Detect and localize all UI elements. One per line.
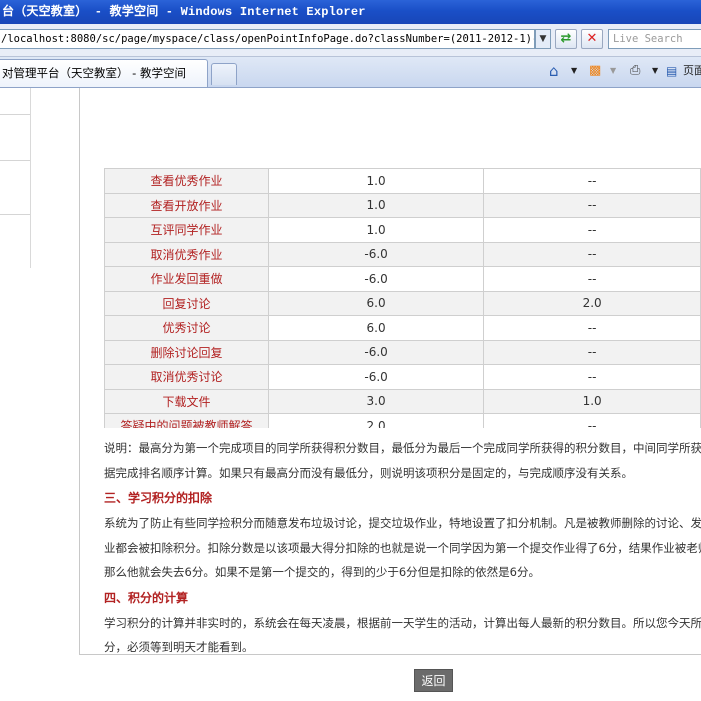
min-score-cell: -- [483, 217, 701, 243]
max-score-cell: -6.0 [267, 339, 485, 365]
section-text: 那么他就会失去6分。如果不是第一个提交的，得到的少于6分但是扣除的依然是6分。 [104, 565, 540, 579]
min-score-cell: -- [483, 168, 701, 194]
section-heading: 三、学习积分的扣除 [104, 491, 213, 505]
stop-button[interactable]: ✕ [581, 29, 603, 49]
max-score-cell: -6.0 [267, 241, 485, 267]
min-score-cell: -- [483, 339, 701, 365]
table-row: 互评同学作业 1.0 -- [104, 217, 701, 243]
window-title-bar: 台（天空教室） - 教学空间 - Windows Internet Explor… [0, 0, 701, 24]
max-score-cell: 6.0 [267, 315, 485, 341]
min-score-cell: -- [483, 315, 701, 341]
table-row: 作业发回重做 -6.0 -- [104, 266, 701, 292]
refresh-button[interactable]: ⇄ [555, 29, 577, 49]
address-dropdown-icon[interactable]: ▼ [535, 29, 551, 49]
page-icon[interactable]: ▤ [666, 61, 680, 81]
section-text: 业都会被扣除积分。扣除分数是以该项最大得分扣除的也就是说一个同学因为第一个提交作… [104, 540, 701, 555]
table-row: 查看优秀作业 1.0 -- [104, 168, 701, 194]
address-row: /localhost:8080/sc/page/myspace/class/op… [0, 24, 701, 57]
action-cell: 查看开放作业 [104, 192, 269, 218]
section-text: 系统为了防止有些同学捡积分而随意发布垃圾讨论，提交垃圾作业，特地设置了扣分机制。… [104, 516, 701, 530]
table-row: 取消优秀作业 -6.0 -- [104, 241, 701, 267]
action-cell: 下载文件 [104, 388, 269, 414]
points-table-viewport: 查看优秀作业 1.0 -- 查看开放作业 1.0 -- 互评同学作业 1.0 -- 取消优秀作业 -… [0, 88, 701, 428]
action-cell: 查看优秀作业 [104, 168, 269, 194]
section-text: 分，必须等到明天才能看到。 [104, 640, 254, 654]
table-row: 删除讨论回复 -6.0 -- [104, 339, 701, 365]
close-icon: ✕ [586, 31, 598, 46]
min-score-cell: -- [483, 266, 701, 292]
notes-section: 说明：最高分为第一个完成项目的同学所获得积分数目，最低分为最后一个完成同学所获得… [104, 436, 701, 660]
max-score-cell: 3.0 [267, 388, 485, 414]
home-icon[interactable]: ⌂ [549, 61, 567, 81]
page-menu-button[interactable]: 页面 [683, 61, 701, 81]
min-score-cell: 2.0 [483, 290, 701, 316]
max-score-cell: -6.0 [267, 266, 485, 292]
table-row: 查看开放作业 1.0 -- [104, 192, 701, 218]
print-icon[interactable]: ⎙ [630, 61, 648, 81]
table-row: 优秀讨论 6.0 -- [104, 315, 701, 341]
max-score-cell: 1.0 [267, 168, 485, 194]
section-heading: 四、积分的计算 [104, 590, 189, 605]
address-input[interactable]: /localhost:8080/sc/page/myspace/class/op… [0, 29, 535, 49]
action-cell: 答疑中的问题被教师解答 [104, 413, 269, 428]
search-input[interactable]: Live Search [608, 29, 701, 49]
table-row: 回复讨论 6.0 2.0 [104, 290, 701, 316]
max-score-cell: 1.0 [267, 217, 485, 243]
action-cell: 互评同学作业 [104, 217, 269, 243]
max-score-cell: -6.0 [267, 364, 485, 390]
max-score-cell: 2.0 [267, 413, 485, 428]
section-text: 学习积分的计算并非实时的，系统会在每天凌晨，根据前一天学生的活动，计算出每人最新… [104, 615, 701, 630]
max-score-cell: 6.0 [267, 290, 485, 316]
min-score-cell: -- [483, 192, 701, 218]
action-cell: 回复讨论 [104, 290, 269, 316]
feed-icon[interactable]: ▩ [589, 61, 605, 81]
explain-text: 据完成排名顺序计算。如果只有最高分而没有最低分，则说明该项积分是固定的，与完成顺… [104, 465, 633, 480]
explain-text: 说明：最高分为第一个完成项目的同学所获得积分数目，最低分为最后一个完成同学所获得… [104, 441, 701, 455]
new-tab-button[interactable] [211, 63, 237, 85]
window-title: 台（天空教室） - 教学空间 - Windows Internet Explor… [2, 5, 366, 19]
max-score-cell: 1.0 [267, 192, 485, 218]
action-cell: 删除讨论回复 [104, 339, 269, 365]
refresh-icon: ⇄ [560, 31, 572, 46]
points-table: 查看优秀作业 1.0 -- 查看开放作业 1.0 -- 互评同学作业 1.0 -- 取消优秀作业 -… [104, 168, 701, 428]
min-score-cell: -- [483, 364, 701, 390]
min-score-cell: 1.0 [483, 388, 701, 414]
table-row: 取消优秀讨论 -6.0 -- [104, 364, 701, 390]
back-button[interactable]: 返回 [414, 669, 453, 692]
tab-current[interactable]: 对管理平台（天空教室） - 教学空间 [0, 59, 208, 87]
action-cell: 作业发回重做 [104, 266, 269, 292]
print-dropdown-icon[interactable]: ▼ [652, 61, 660, 81]
table-row: 下载文件 3.0 1.0 [104, 388, 701, 414]
home-dropdown-icon[interactable]: ▼ [571, 61, 579, 81]
min-score-cell: -- [483, 241, 701, 267]
feed-dropdown-icon[interactable]: ▼ [610, 61, 618, 81]
action-cell: 优秀讨论 [104, 315, 269, 341]
action-cell: 取消优秀作业 [104, 241, 269, 267]
min-score-cell: -- [483, 413, 701, 428]
table-row: 答疑中的问题被教师解答 2.0 -- [104, 413, 701, 428]
action-cell: 取消优秀讨论 [104, 364, 269, 390]
